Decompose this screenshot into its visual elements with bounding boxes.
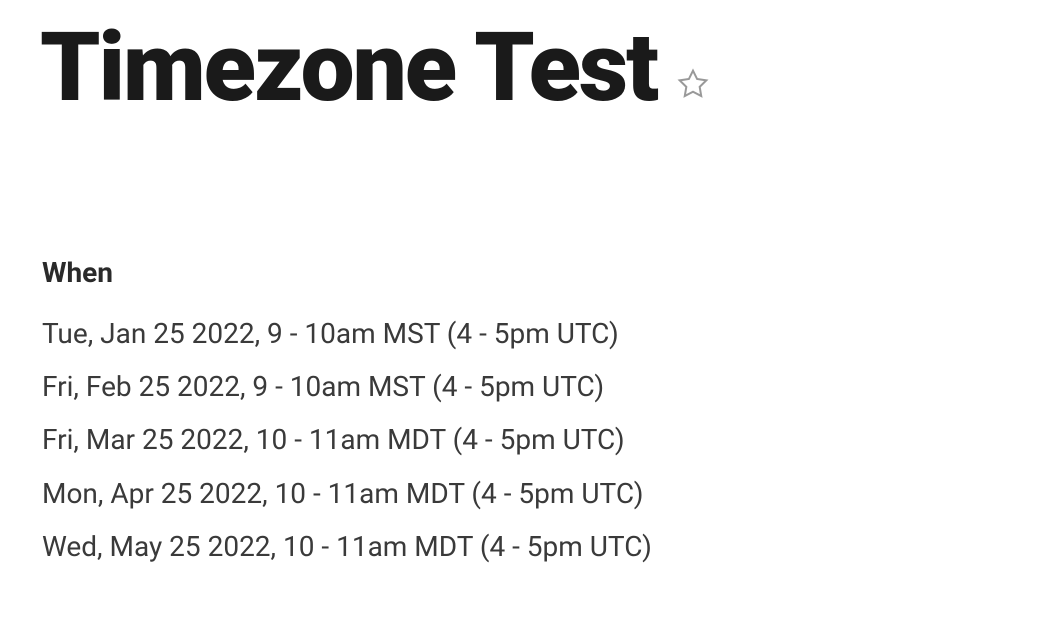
date-item: Fri, Feb 25 2022, 9 - 10am MST (4 - 5pm …	[42, 360, 1004, 413]
when-section: When Tue, Jan 25 2022, 9 - 10am MST (4 -…	[40, 256, 1004, 573]
when-label: When	[42, 256, 1004, 289]
star-icon[interactable]	[677, 68, 709, 100]
date-item: Mon, Apr 25 2022, 10 - 11am MDT (4 - 5pm…	[42, 467, 1004, 520]
page-title: Timezone Test	[40, 20, 657, 116]
date-item: Tue, Jan 25 2022, 9 - 10am MST (4 - 5pm …	[42, 307, 1004, 360]
title-row: Timezone Test	[40, 20, 1004, 116]
date-list: Tue, Jan 25 2022, 9 - 10am MST (4 - 5pm …	[42, 307, 1004, 573]
date-item: Fri, Mar 25 2022, 10 - 11am MDT (4 - 5pm…	[42, 413, 1004, 466]
date-item: Wed, May 25 2022, 10 - 11am MDT (4 - 5pm…	[42, 520, 1004, 573]
